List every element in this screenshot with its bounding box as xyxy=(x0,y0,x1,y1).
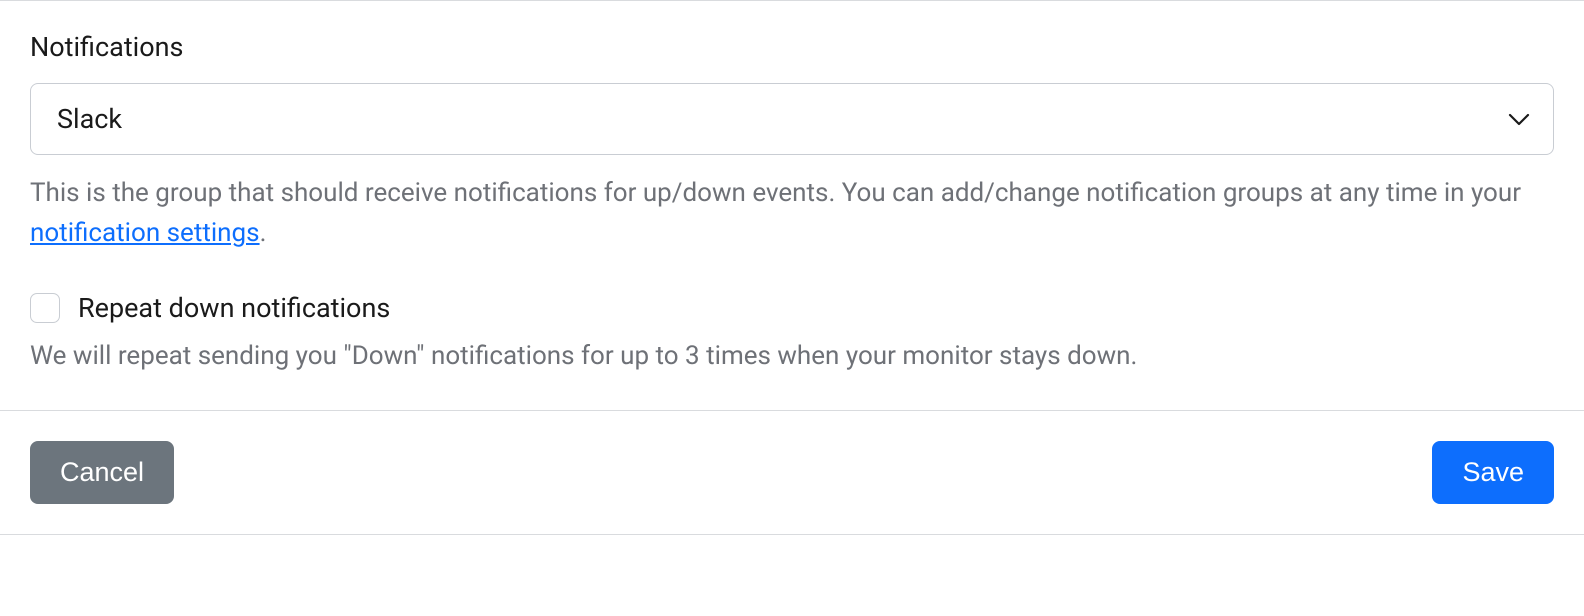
cancel-button[interactable]: Cancel xyxy=(30,441,174,504)
repeat-notifications-label[interactable]: Repeat down notifications xyxy=(78,292,390,324)
notification-group-select-wrapper: Slack xyxy=(30,83,1554,155)
notification-group-select[interactable]: Slack xyxy=(30,83,1554,155)
repeat-notifications-help: We will repeat sending you "Down" notifi… xyxy=(30,336,1554,376)
save-button[interactable]: Save xyxy=(1432,441,1554,504)
help-text-prefix: This is the group that should receive no… xyxy=(30,178,1521,208)
repeat-notifications-row: Repeat down notifications xyxy=(30,292,1554,324)
notifications-section: Notifications Slack This is the group th… xyxy=(0,0,1584,410)
notification-settings-link[interactable]: notification settings xyxy=(30,218,260,248)
help-text-suffix: . xyxy=(260,218,267,248)
form-footer: Cancel Save xyxy=(0,410,1584,535)
repeat-notifications-checkbox[interactable] xyxy=(30,293,60,323)
notifications-label: Notifications xyxy=(30,31,1554,63)
notification-group-selected: Slack xyxy=(57,103,122,135)
notification-group-help: This is the group that should receive no… xyxy=(30,173,1554,254)
